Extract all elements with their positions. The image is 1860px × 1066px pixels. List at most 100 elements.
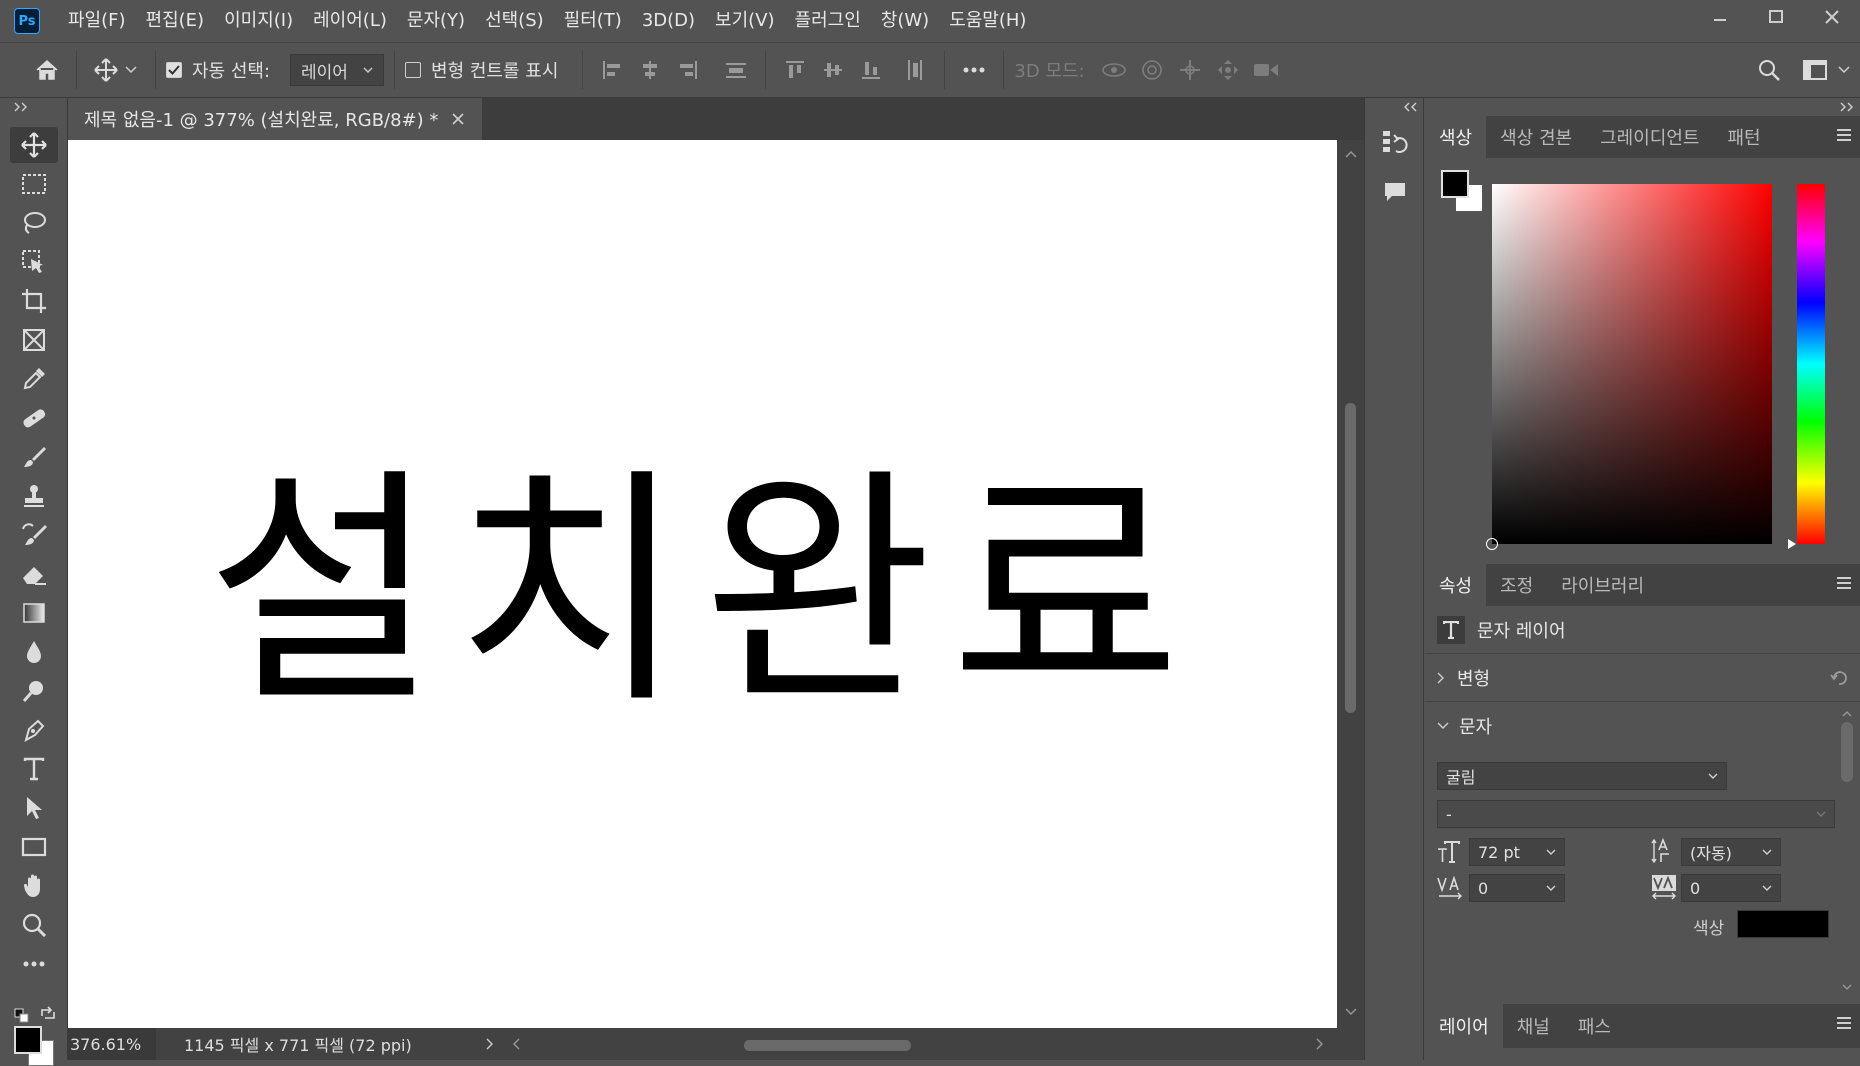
menu-layer[interactable]: 레이어(L) (303, 0, 397, 42)
tab-paths[interactable]: 패스 (1564, 1004, 1625, 1048)
tab-channels[interactable]: 채널 (1503, 1004, 1564, 1048)
swap-colors-icon[interactable] (40, 1006, 56, 1022)
leading-field[interactable]: (자동) (1681, 838, 1781, 866)
reset-colors-icon[interactable] (14, 1008, 30, 1024)
scroll-down-icon[interactable] (1345, 1008, 1357, 1016)
zoom-tool[interactable] (10, 907, 58, 943)
menu-file[interactable]: 파일(F) (58, 0, 136, 42)
text-color-swatch[interactable] (1737, 910, 1829, 938)
scroll-up-icon[interactable] (1842, 710, 1852, 717)
menu-window[interactable]: 창(W) (871, 0, 939, 42)
menu-type[interactable]: 문자(Y) (397, 0, 475, 42)
menu-select[interactable]: 선택(S) (475, 0, 554, 42)
eraser-tool[interactable] (10, 556, 58, 592)
history-brush-tool[interactable] (10, 517, 58, 553)
horizontal-scroll-thumb[interactable] (744, 1040, 911, 1051)
frame-tool[interactable] (10, 322, 58, 358)
panel-menu-icon[interactable] (1836, 576, 1852, 590)
more-options-button[interactable] (955, 51, 993, 89)
close-window-button[interactable] (1804, 0, 1860, 34)
menu-help[interactable]: 도움말(H) (939, 0, 1036, 42)
menu-3d[interactable]: 3D(D) (632, 0, 705, 42)
scroll-right-icon[interactable] (1316, 1038, 1324, 1050)
close-tab-icon[interactable] (452, 113, 464, 125)
tab-layers[interactable]: 레이어 (1425, 1004, 1503, 1048)
hand-tool[interactable] (10, 868, 58, 904)
healing-brush-tool[interactable] (10, 400, 58, 436)
align-center-h-button[interactable] (631, 51, 669, 89)
blur-tool[interactable] (10, 634, 58, 670)
scroll-up-icon[interactable] (1345, 150, 1357, 158)
menu-plugins[interactable]: 플러그인 (785, 0, 871, 42)
canvas-text-layer[interactable]: 설치완료 (207, 388, 1199, 750)
color-picker-handle[interactable] (1486, 538, 1498, 550)
chevron-down-icon[interactable] (125, 66, 137, 74)
distribute-button[interactable] (717, 51, 755, 89)
properties-scroll-thumb[interactable] (1841, 722, 1853, 782)
tab-swatches[interactable]: 색상 견본 (1486, 116, 1586, 158)
comments-panel-button[interactable] (1375, 172, 1415, 212)
font-style-dropdown[interactable]: - (1437, 800, 1835, 828)
panel-menu-icon[interactable] (1836, 1016, 1852, 1030)
gradient-tool[interactable] (10, 595, 58, 631)
maximize-button[interactable] (1748, 0, 1804, 34)
reset-icon[interactable] (1830, 670, 1848, 686)
zoom-level-field[interactable]: 376.61% (68, 1028, 156, 1060)
distribute-v-button[interactable] (896, 51, 934, 89)
eyedropper-tool[interactable] (10, 361, 58, 397)
tracking-field[interactable]: 0 (1681, 874, 1781, 902)
tab-gradients[interactable]: 그레이디언트 (1586, 116, 1713, 158)
transform-section-header[interactable]: 변형 (1425, 654, 1860, 702)
font-family-dropdown[interactable]: 굴림 (1437, 762, 1727, 790)
horizontal-scrollbar[interactable] (494, 1028, 1364, 1060)
3d-slide-button[interactable] (1209, 51, 1247, 89)
tab-properties[interactable]: 속성 (1425, 564, 1487, 606)
align-bottom-button[interactable] (852, 51, 890, 89)
tab-color[interactable]: 색상 (1425, 116, 1487, 158)
foreground-color-swatch[interactable] (1441, 170, 1469, 198)
show-transform-checkbox[interactable] (405, 62, 422, 78)
tab-adjustments[interactable]: 조정 (1486, 564, 1547, 606)
menu-filter[interactable]: 필터(T) (554, 0, 632, 42)
move-tool-preset-button[interactable] (87, 51, 125, 89)
path-selection-tool[interactable] (10, 790, 58, 826)
collapse-panels-icon[interactable] (1840, 102, 1854, 112)
scroll-down-icon[interactable] (1842, 984, 1852, 991)
history-panel-button[interactable] (1375, 122, 1415, 162)
tab-libraries[interactable]: 라이브러리 (1547, 564, 1658, 606)
align-left-button[interactable] (593, 51, 631, 89)
align-middle-v-button[interactable] (814, 51, 852, 89)
expand-panel-icon[interactable] (14, 102, 28, 112)
document-tab[interactable]: 제목 없음-1 @ 377% (설치완료, RGB/8#) * (68, 98, 483, 140)
clone-stamp-tool[interactable] (10, 478, 58, 514)
chevron-right-icon[interactable] (486, 1038, 494, 1050)
type-tool[interactable] (10, 751, 58, 787)
crop-tool[interactable] (10, 283, 58, 319)
vertical-scrollbar[interactable] (1337, 140, 1364, 1028)
document-canvas[interactable]: 설치완료 (68, 140, 1337, 1028)
chevron-down-icon[interactable] (1838, 66, 1850, 74)
3d-pan-button[interactable] (1171, 51, 1209, 89)
home-button[interactable] (28, 51, 66, 89)
collapse-panel-icon[interactable] (1403, 102, 1417, 112)
dodge-tool[interactable] (10, 673, 58, 709)
properties-scrollbar[interactable] (1839, 708, 1855, 998)
workspace-button[interactable] (1796, 51, 1834, 89)
vertical-scroll-thumb[interactable] (1345, 403, 1356, 713)
kerning-field[interactable]: 0 (1469, 874, 1565, 902)
3d-camera-button[interactable] (1247, 51, 1285, 89)
3d-roll-button[interactable] (1133, 51, 1171, 89)
align-top-button[interactable] (776, 51, 814, 89)
color-saturation-field[interactable] (1486, 184, 1772, 550)
3d-orbit-button[interactable] (1095, 51, 1133, 89)
align-right-button[interactable] (669, 51, 707, 89)
menu-edit[interactable]: 편집(E) (136, 0, 215, 42)
search-button[interactable] (1750, 51, 1788, 89)
auto-select-target-dropdown[interactable]: 레이어 (290, 54, 385, 86)
marquee-tool[interactable] (10, 166, 58, 202)
rectangle-tool[interactable] (10, 829, 58, 865)
object-selection-tool[interactable] (10, 244, 58, 280)
lasso-tool[interactable] (10, 205, 58, 241)
scroll-left-icon[interactable] (512, 1038, 520, 1050)
edit-toolbar-button[interactable] (10, 946, 58, 982)
